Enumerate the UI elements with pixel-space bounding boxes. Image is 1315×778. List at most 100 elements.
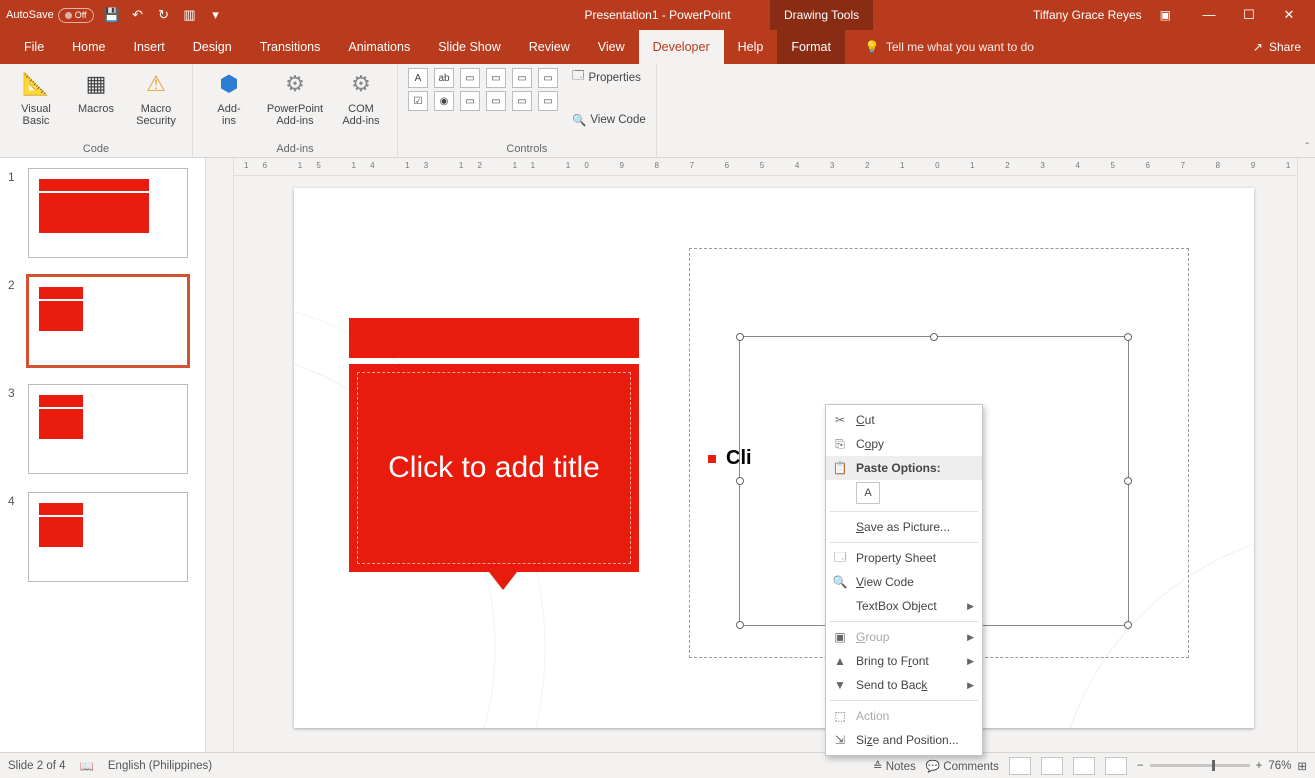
ctx-textbox-object[interactable]: TextBox Object▶	[826, 594, 982, 618]
tab-animations[interactable]: Animations	[334, 30, 424, 64]
tab-slide-show[interactable]: Slide Show	[424, 30, 515, 64]
tab-format[interactable]: Format	[777, 30, 845, 64]
ctx-send-to-back[interactable]: ▼Send to Back▶	[826, 673, 982, 697]
combo-control-icon[interactable]: ▭	[486, 68, 506, 88]
collapse-ribbon-icon[interactable]: ˆ	[1306, 142, 1309, 153]
spin-control-icon[interactable]: ▭	[538, 68, 558, 88]
language-indicator[interactable]: English (Philippines)	[108, 760, 212, 772]
code-icon: 🔍	[832, 575, 848, 589]
maximize-button[interactable]: ☐	[1229, 7, 1269, 23]
zoom-out-button[interactable]: −	[1137, 760, 1144, 772]
slide-indicator[interactable]: Slide 2 of 4	[8, 760, 66, 772]
tab-insert[interactable]: Insert	[120, 30, 179, 64]
view-code-button[interactable]: 🔍View Code	[572, 113, 646, 127]
normal-view-button[interactable]	[1009, 757, 1031, 775]
qat-dropdown-icon[interactable]: ▾	[208, 7, 224, 23]
chevron-right-icon: ▶	[967, 656, 974, 667]
toggle-control-icon[interactable]: ▭	[460, 91, 480, 111]
tab-help[interactable]: Help	[724, 30, 778, 64]
autosave-toggle[interactable]: AutoSave Off	[6, 8, 94, 23]
macro-security-button[interactable]: ⚠Macro Security	[130, 68, 182, 127]
macros-label: Macros	[78, 103, 114, 115]
user-name[interactable]: Tiffany Grace Reyes	[1033, 8, 1142, 22]
resize-handle[interactable]	[1124, 333, 1132, 341]
tab-home[interactable]: Home	[58, 30, 119, 64]
ctx-cut[interactable]: ✂Cut	[826, 408, 982, 432]
start-from-beginning-icon[interactable]: ▥	[182, 7, 198, 23]
textbox-control-icon[interactable]: ab	[434, 68, 454, 88]
ctx-size-and-position[interactable]: ⇲Size and Position...	[826, 728, 982, 752]
tab-view[interactable]: View	[584, 30, 639, 64]
tab-review[interactable]: Review	[515, 30, 584, 64]
command-button-icon[interactable]: ▭	[512, 91, 532, 111]
slideshow-view-button[interactable]	[1105, 757, 1127, 775]
macros-icon: ▦	[80, 68, 112, 100]
checkbox-control-icon[interactable]: ☑	[408, 91, 428, 111]
resize-handle[interactable]	[736, 621, 744, 629]
cut-icon: ✂	[832, 413, 848, 427]
ribbon-display-icon[interactable]: ▣	[1160, 8, 1171, 22]
resize-handle[interactable]	[736, 477, 744, 485]
com-addins-button[interactable]: ⚙COM Add-ins	[335, 68, 387, 127]
macros-button[interactable]: ▦ Macros	[70, 68, 122, 115]
thumbnail-3[interactable]: 3	[8, 384, 205, 474]
gear-icon: ⚙	[279, 68, 311, 100]
ctx-property-sheet[interactable]: 🗔Property Sheet	[826, 546, 982, 570]
slide-sorter-button[interactable]	[1041, 757, 1063, 775]
tell-me-search[interactable]: 💡 Tell me what you want to do	[865, 30, 1034, 64]
reading-view-button[interactable]	[1073, 757, 1095, 775]
ctx-bring-to-front[interactable]: ▲Bring to Front▶	[826, 649, 982, 673]
vertical-scrollbar[interactable]	[1297, 158, 1315, 752]
ppt-addins-button[interactable]: ⚙PowerPoint Add-ins	[263, 68, 327, 127]
tab-developer[interactable]: Developer	[639, 30, 724, 64]
redo-icon[interactable]: ↻	[156, 7, 172, 23]
share-button[interactable]: ↗ Share	[1253, 30, 1315, 64]
warning-icon: ⚠	[140, 68, 172, 100]
tab-transitions[interactable]: Transitions	[246, 30, 335, 64]
more-controls-icon[interactable]: ▭	[538, 91, 558, 111]
minimize-button[interactable]: —	[1189, 7, 1229, 23]
frame-control-icon[interactable]: ▭	[486, 91, 506, 111]
zoom-in-button[interactable]: +	[1256, 760, 1263, 772]
thumbnail-1[interactable]: 1	[8, 168, 205, 258]
tab-design[interactable]: Design	[179, 30, 246, 64]
send-back-icon: ▼	[832, 678, 848, 692]
resize-handle[interactable]	[1124, 621, 1132, 629]
save-icon[interactable]: 💾	[104, 7, 120, 23]
ctx-save-as-picture[interactable]: Save as Picture...	[826, 515, 982, 539]
visual-basic-button[interactable]: 📐Visual Basic	[10, 68, 62, 127]
zoom-level[interactable]: 76%	[1268, 760, 1291, 772]
ctx-action: ⬚Action	[826, 704, 982, 728]
close-button[interactable]: ✕	[1269, 7, 1309, 23]
option-button-icon[interactable]: ◉	[434, 91, 454, 111]
share-icon: ↗	[1253, 40, 1263, 54]
undo-icon[interactable]: ↶	[130, 7, 146, 23]
thumbnail-2[interactable]: 2	[8, 276, 205, 366]
thumb-number: 3	[8, 384, 20, 474]
addins-button[interactable]: ⬢Add- ins	[203, 68, 255, 127]
list-control-icon[interactable]: ▭	[460, 68, 480, 88]
slide-thumbnails-pane: 1 2 3 4	[0, 158, 206, 752]
paste-keep-text-icon[interactable]: A	[856, 482, 880, 504]
ctx-view-code[interactable]: 🔍View Code	[826, 570, 982, 594]
option-control-icon[interactable]: ▭	[512, 68, 532, 88]
fit-to-window-button[interactable]: ⊞	[1297, 759, 1307, 773]
activex-controls-grid: Aab ▭ ▭ ▭ ▭ ☑ ◉ ▭ ▭ ▭ ▭	[408, 68, 558, 111]
thumbnail-4[interactable]: 4	[8, 492, 205, 582]
resize-handle[interactable]	[930, 333, 938, 341]
tab-file[interactable]: File	[10, 30, 58, 64]
notes-button[interactable]: ≙ Notes	[873, 759, 916, 773]
comments-button[interactable]: 💬 Comments	[926, 759, 999, 773]
notes-label: Notes	[886, 761, 916, 773]
label-control-icon[interactable]: A	[408, 68, 428, 88]
spell-check-icon[interactable]: 📖	[80, 759, 94, 773]
zoom-slider[interactable]	[1150, 764, 1250, 767]
slide[interactable]: Click to add title Cli	[294, 188, 1254, 728]
ctx-copy[interactable]: ⎘Copy	[826, 432, 982, 456]
resize-handle[interactable]	[1124, 477, 1132, 485]
title-placeholder[interactable]: Click to add title	[349, 364, 639, 572]
com-addins-icon: ⚙	[345, 68, 377, 100]
chevron-right-icon: ▶	[967, 632, 974, 643]
resize-handle[interactable]	[736, 333, 744, 341]
properties-button[interactable]: 🗔Properties	[572, 68, 646, 87]
